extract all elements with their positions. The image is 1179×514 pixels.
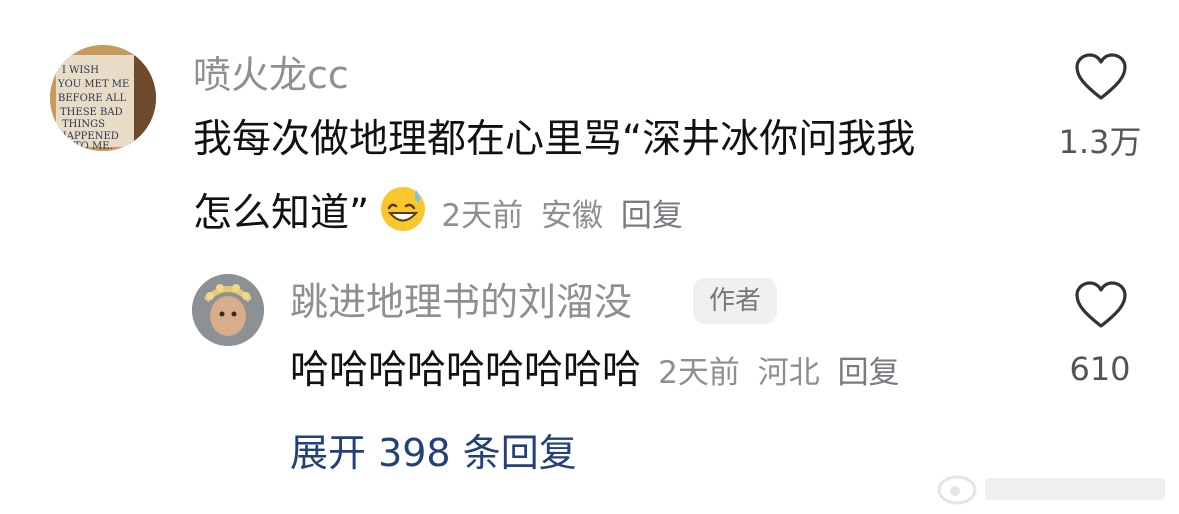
avatar-image: I WISH YOU MET ME BEFORE ALL THESE BAD T… xyxy=(50,45,156,151)
comment-like-count: 1.3万 xyxy=(1058,123,1142,161)
svg-text:YOU MET ME: YOU MET ME xyxy=(57,79,129,90)
reply-line: 哈哈哈哈哈哈哈哈哈 2天前 河北 回复 xyxy=(290,351,900,390)
comment-reply-button[interactable]: 回复 xyxy=(621,198,683,234)
reply-reply-button[interactable]: 回复 xyxy=(838,355,900,391)
comment-location: 安徽 xyxy=(541,198,603,234)
svg-text:BEFORE ALL: BEFORE ALL xyxy=(58,93,127,104)
expand-replies-link[interactable]: 展开 398 条回复 xyxy=(290,434,577,472)
author-badge: 作者 xyxy=(693,278,778,324)
reply-avatar[interactable] xyxy=(192,274,264,346)
commenter-username[interactable]: 喷火龙cc xyxy=(193,56,349,94)
sweat-smile-emoji xyxy=(380,186,426,232)
reply-like-button[interactable] xyxy=(1073,280,1129,330)
heart-icon xyxy=(1075,53,1127,100)
svg-text:THESE BAD: THESE BAD xyxy=(60,107,123,118)
avatar-image xyxy=(192,274,264,346)
comment-time: 2天前 xyxy=(441,198,524,234)
comment-text-line1: 我每次做地理都在心里骂“深井冰你问我我 xyxy=(193,117,916,162)
svg-text:I WISH: I WISH xyxy=(62,65,99,76)
comment-second-line: 怎么知道” 2天前 安徽 回复 xyxy=(193,186,683,233)
reply-text: 哈哈哈哈哈哈哈哈哈 xyxy=(290,348,642,393)
commenter-avatar[interactable]: I WISH YOU MET ME BEFORE ALL THESE BAD T… xyxy=(50,45,156,151)
comment-text-line2: 怎么知道” xyxy=(193,191,370,236)
comment-like-button[interactable] xyxy=(1073,52,1129,102)
svg-text:THINGS: THINGS xyxy=(62,119,105,130)
weibo-watermark-icon xyxy=(935,470,1171,506)
reply-like-count: 610 xyxy=(1069,350,1131,388)
heart-icon xyxy=(1075,281,1127,328)
reply-meta: 2天前 河北 回复 xyxy=(658,355,899,391)
reply-username[interactable]: 跳进地理书的刘溜没 xyxy=(290,283,632,321)
comment-meta: 2天前 安徽 回复 xyxy=(441,198,682,234)
reply-location: 河北 xyxy=(757,355,820,391)
reply-time: 2天前 xyxy=(658,355,740,391)
svg-text:TO ME.: TO ME. xyxy=(74,141,113,151)
